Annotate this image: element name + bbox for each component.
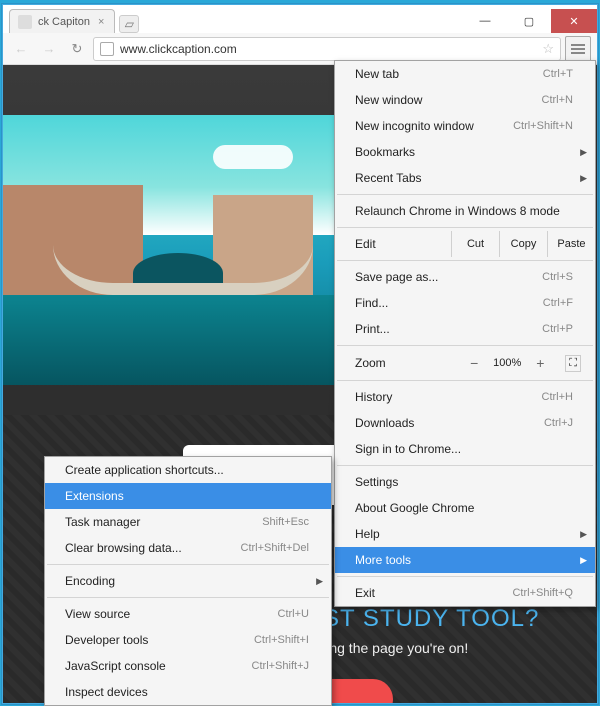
fullscreen-button[interactable]: ⛶: [565, 355, 581, 372]
submenu-task-manager[interactable]: Task managerShift+Esc: [45, 509, 331, 535]
menu-downloads[interactable]: DownloadsCtrl+J: [335, 410, 595, 436]
submenu-js-console[interactable]: JavaScript consoleCtrl+Shift+J: [45, 653, 331, 679]
menu-settings[interactable]: Settings: [335, 469, 595, 495]
edit-label: Edit: [355, 237, 451, 251]
menu-signin[interactable]: Sign in to Chrome...: [335, 436, 595, 462]
submenu-extensions[interactable]: Extensions: [45, 483, 331, 509]
chevron-right-icon: ▶: [316, 576, 323, 587]
zoom-out-button[interactable]: −: [465, 355, 483, 371]
reload-button[interactable]: ↻: [65, 37, 89, 61]
chevron-right-icon: ▶: [580, 173, 587, 184]
chevron-right-icon: ▶: [580, 147, 587, 158]
menu-recent-tabs[interactable]: Recent Tabs▶: [335, 165, 595, 191]
back-button[interactable]: ←: [9, 37, 33, 61]
new-tab-button[interactable]: ▱: [119, 15, 139, 33]
bookmark-star-icon[interactable]: ☆: [542, 41, 554, 57]
menu-relaunch[interactable]: Relaunch Chrome in Windows 8 mode: [335, 198, 595, 224]
menu-help[interactable]: Help▶: [335, 521, 595, 547]
menu-history[interactable]: HistoryCtrl+H: [335, 384, 595, 410]
address-bar[interactable]: www.clickcaption.com ☆: [93, 37, 561, 61]
menu-about[interactable]: About Google Chrome: [335, 495, 595, 521]
menu-separator: [337, 345, 593, 346]
chrome-main-menu: New tabCtrl+T New windowCtrl+N New incog…: [334, 60, 596, 607]
menu-separator: [337, 260, 593, 261]
hero-image: [3, 115, 353, 385]
submenu-dev-tools[interactable]: Developer toolsCtrl+Shift+I: [45, 627, 331, 653]
menu-more-tools[interactable]: More tools▶: [335, 547, 595, 573]
zoom-label: Zoom: [355, 356, 465, 370]
browser-tab[interactable]: ck Capiton ×: [9, 9, 115, 33]
close-window-button[interactable]: ✕: [551, 9, 597, 33]
menu-print[interactable]: Print...Ctrl+P: [335, 316, 595, 342]
tab-strip: ck Capiton × ▱: [3, 5, 139, 33]
menu-incognito[interactable]: New incognito windowCtrl+Shift+N: [335, 113, 595, 139]
submenu-encoding[interactable]: Encoding▶: [45, 568, 331, 594]
menu-exit[interactable]: ExitCtrl+Shift+Q: [335, 580, 595, 606]
tab-title: ck Capiton: [38, 16, 90, 28]
menu-separator: [337, 465, 593, 466]
maximize-button[interactable]: ▢: [507, 9, 551, 33]
hamburger-menu-button[interactable]: [565, 36, 591, 62]
titlebar: ck Capiton × ▱ — ▢ ✕: [3, 5, 597, 33]
menu-separator: [47, 564, 329, 565]
zoom-percent: 100%: [493, 357, 521, 369]
more-tools-submenu: Create application shortcuts... Extensio…: [44, 456, 332, 706]
submenu-inspect-devices[interactable]: Inspect devices: [45, 679, 331, 705]
menu-separator: [337, 380, 593, 381]
cut-button[interactable]: Cut: [451, 231, 499, 257]
paste-button[interactable]: Paste: [547, 231, 595, 257]
menu-zoom-row: Zoom − 100% + ⛶: [335, 349, 595, 377]
close-tab-icon[interactable]: ×: [98, 16, 104, 28]
submenu-view-source[interactable]: View sourceCtrl+U: [45, 601, 331, 627]
menu-save-page[interactable]: Save page as...Ctrl+S: [335, 264, 595, 290]
menu-new-window[interactable]: New windowCtrl+N: [335, 87, 595, 113]
menu-separator: [337, 227, 593, 228]
submenu-create-shortcuts[interactable]: Create application shortcuts...: [45, 457, 331, 483]
menu-separator: [337, 576, 593, 577]
menu-bookmarks[interactable]: Bookmarks▶: [335, 139, 595, 165]
window-controls: — ▢ ✕: [463, 9, 597, 33]
copy-button[interactable]: Copy: [499, 231, 547, 257]
menu-new-tab[interactable]: New tabCtrl+T: [335, 61, 595, 87]
url-text: www.clickcaption.com: [120, 42, 237, 56]
menu-edit-row: Edit Cut Copy Paste: [335, 231, 595, 257]
favicon-icon: [18, 15, 32, 29]
minimize-button[interactable]: —: [463, 9, 507, 33]
chevron-right-icon: ▶: [580, 529, 587, 540]
forward-button[interactable]: →: [37, 37, 61, 61]
zoom-in-button[interactable]: +: [531, 355, 549, 371]
chevron-right-icon: ▶: [580, 555, 587, 566]
page-icon: [100, 42, 114, 56]
menu-separator: [337, 194, 593, 195]
menu-find[interactable]: Find...Ctrl+F: [335, 290, 595, 316]
menu-separator: [47, 597, 329, 598]
submenu-clear-data[interactable]: Clear browsing data...Ctrl+Shift+Del: [45, 535, 331, 561]
